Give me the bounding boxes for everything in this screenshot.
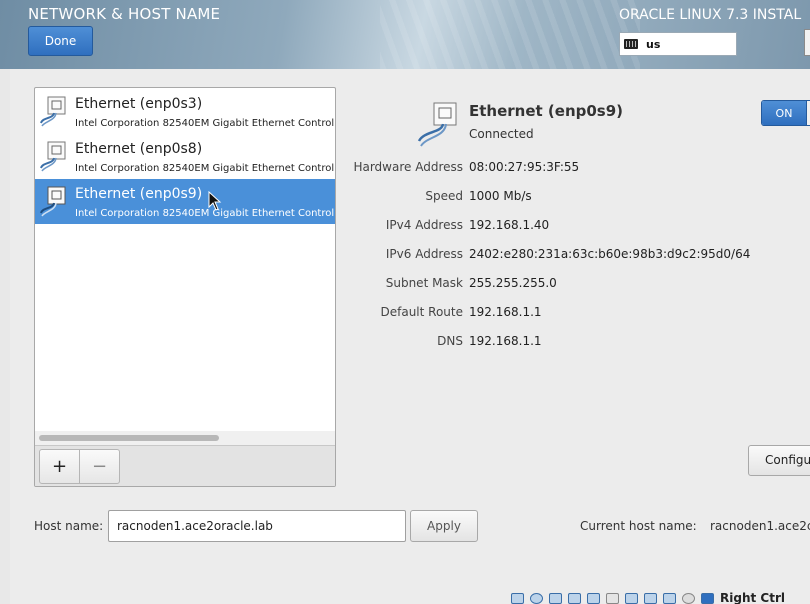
device-description: Intel Corporation 82540EM Gigabit Ethern… [75, 163, 336, 174]
ipv6-address-value: 2402:e280:231a:63c:b60e:98b3:d9c2:95d0/6… [469, 247, 751, 261]
device-name: Ethernet (enp0s3) [75, 96, 203, 112]
mouse-integration-icon[interactable] [682, 593, 695, 604]
connection-status: Connected [469, 127, 534, 141]
device-name: Ethernet (enp0s9) [75, 186, 203, 202]
cpu-icon[interactable] [663, 593, 676, 604]
device-description: Intel Corporation 82540EM Gigabit Ethern… [75, 118, 336, 129]
device-description: Intel Corporation 82540EM Gigabit Ethern… [75, 208, 336, 219]
optical-drive-icon[interactable] [530, 593, 543, 604]
ethernet-icon [417, 102, 457, 147]
help-button[interactable] [804, 29, 810, 56]
product-title: ORACLE LINUX 7.3 INSTAL [619, 7, 802, 23]
speed-label: Speed [425, 189, 463, 203]
default-route-label: Default Route [380, 305, 464, 319]
ipv4-address-value: 192.168.1.40 [469, 218, 550, 232]
shared-folders-icon[interactable] [606, 593, 619, 604]
current-host-name-label: Current host name: [580, 519, 697, 533]
device-list-item-enp0s3[interactable]: Ethernet (enp0s3) Intel Corporation 8254… [35, 89, 335, 134]
toggle-on-label: ON [762, 101, 806, 125]
display-icon[interactable] [625, 593, 638, 604]
network-icon[interactable] [568, 593, 581, 604]
add-device-button[interactable]: + [39, 449, 80, 484]
hardware-address-value: 08:00:27:95:3F:55 [469, 160, 580, 174]
dns-value: 192.168.1.1 [469, 334, 542, 348]
ethernet-icon [40, 96, 66, 127]
subnet-mask-value: 255.255.255.0 [469, 276, 557, 290]
hardware-address-label: Hardware Address [353, 160, 463, 174]
video-capture-icon[interactable] [644, 593, 657, 604]
page-title: NETWORK & HOST NAME [28, 5, 221, 23]
device-list-panel: Ethernet (enp0s3) Intel Corporation 8254… [34, 87, 336, 487]
ipv6-address-label: IPv6 Address [385, 247, 463, 261]
dns-label: DNS [437, 334, 463, 348]
ethernet-icon [40, 141, 66, 172]
left-margin [0, 69, 10, 604]
selected-device-name: Ethernet (enp0s9) [469, 102, 624, 120]
audio-icon[interactable] [549, 593, 562, 604]
done-button[interactable]: Done [28, 26, 93, 56]
device-list-item-enp0s9[interactable]: Ethernet (enp0s9) Intel Corporation 8254… [35, 179, 335, 224]
usb-icon[interactable] [587, 593, 600, 604]
host-name-input[interactable] [108, 510, 406, 542]
speed-value: 1000 Mb/s [469, 189, 532, 203]
keyboard-icon [624, 39, 638, 49]
keyboard-capture-icon[interactable] [701, 593, 714, 604]
mouse-pointer-icon [208, 191, 222, 211]
header-background-rays [380, 0, 640, 69]
installer-header: NETWORK & HOST NAME ORACLE LINUX 7.3 INS… [0, 0, 810, 69]
keyboard-layout-label: us [646, 37, 661, 51]
default-route-value: 192.168.1.1 [469, 305, 542, 319]
hard-disk-icon[interactable] [511, 593, 524, 604]
current-host-name-value: racnoden1.ace2c [710, 519, 810, 533]
remove-device-button[interactable]: − [79, 449, 120, 484]
toggle-knob [806, 101, 810, 125]
horizontal-scrollbar[interactable] [35, 431, 335, 445]
subnet-mask-label: Subnet Mask [385, 276, 463, 290]
configure-button[interactable]: Configu [748, 445, 810, 476]
device-list-toolbar: + − [35, 445, 335, 486]
connection-toggle[interactable]: ON [761, 100, 810, 126]
scrollbar-thumb[interactable] [39, 435, 219, 441]
keyboard-layout-indicator[interactable]: us [619, 32, 737, 56]
vm-status-bar: Right Ctrl [510, 592, 810, 604]
host-key-label: Right Ctrl [720, 592, 785, 604]
host-name-label: Host name: [34, 519, 104, 533]
apply-hostname-button[interactable]: Apply [410, 510, 478, 542]
ipv4-address-label: IPv4 Address [385, 218, 463, 232]
device-name: Ethernet (enp0s8) [75, 141, 203, 157]
device-list-item-enp0s8[interactable]: Ethernet (enp0s8) Intel Corporation 8254… [35, 134, 335, 179]
ethernet-icon [40, 186, 66, 217]
